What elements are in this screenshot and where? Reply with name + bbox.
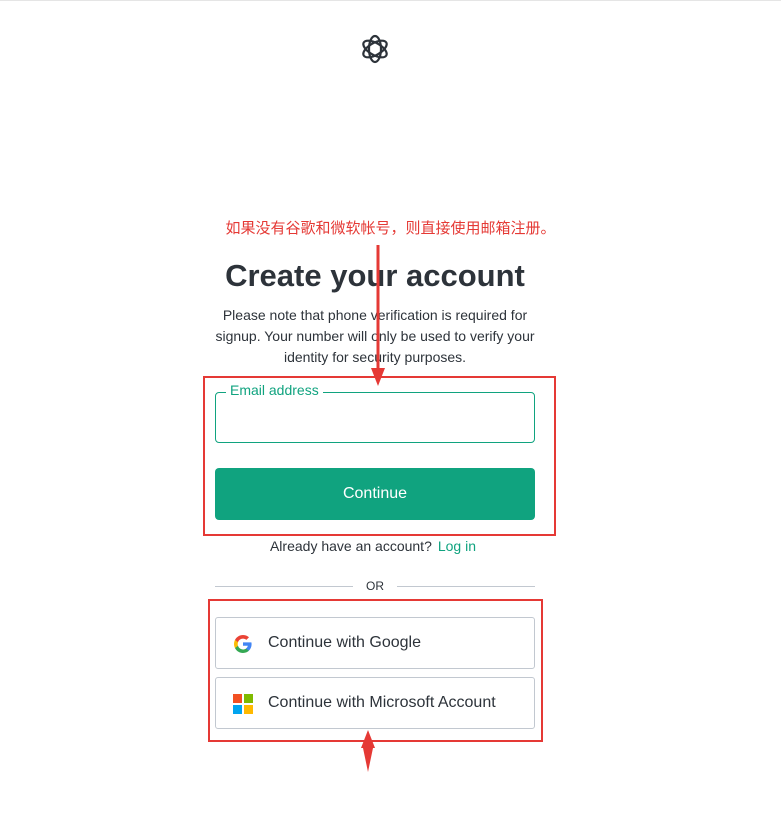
email-label: Email address — [226, 382, 323, 398]
login-prompt-row: Already have an account? Log in — [0, 538, 746, 554]
email-field[interactable]: Email address — [215, 382, 535, 443]
top-border — [0, 0, 781, 1]
continue-button[interactable]: Continue — [215, 468, 535, 520]
email-input[interactable] — [216, 393, 534, 442]
annotation-top: 如果没有谷歌和微软帐号，则直接使用邮箱注册。 — [225, 219, 556, 237]
page-title: Create your account — [225, 258, 525, 293]
microsoft-icon — [233, 694, 253, 714]
google-button-label: Continue with Google — [268, 634, 421, 651]
divider-text: OR — [366, 579, 384, 593]
login-link[interactable]: Log in — [438, 538, 476, 554]
divider-line-left — [215, 586, 353, 587]
openai-logo-icon — [362, 34, 388, 64]
continue-with-google-button[interactable]: Continue with Google — [215, 617, 535, 669]
continue-with-microsoft-button[interactable]: Continue with Microsoft Account — [215, 677, 535, 729]
microsoft-button-label: Continue with Microsoft Account — [268, 694, 496, 711]
login-prompt-text: Already have an account? — [269, 538, 432, 554]
page-subtitle: Please note that phone verification is r… — [215, 307, 535, 365]
google-icon — [234, 635, 252, 653]
divider-line-right — [397, 586, 535, 587]
